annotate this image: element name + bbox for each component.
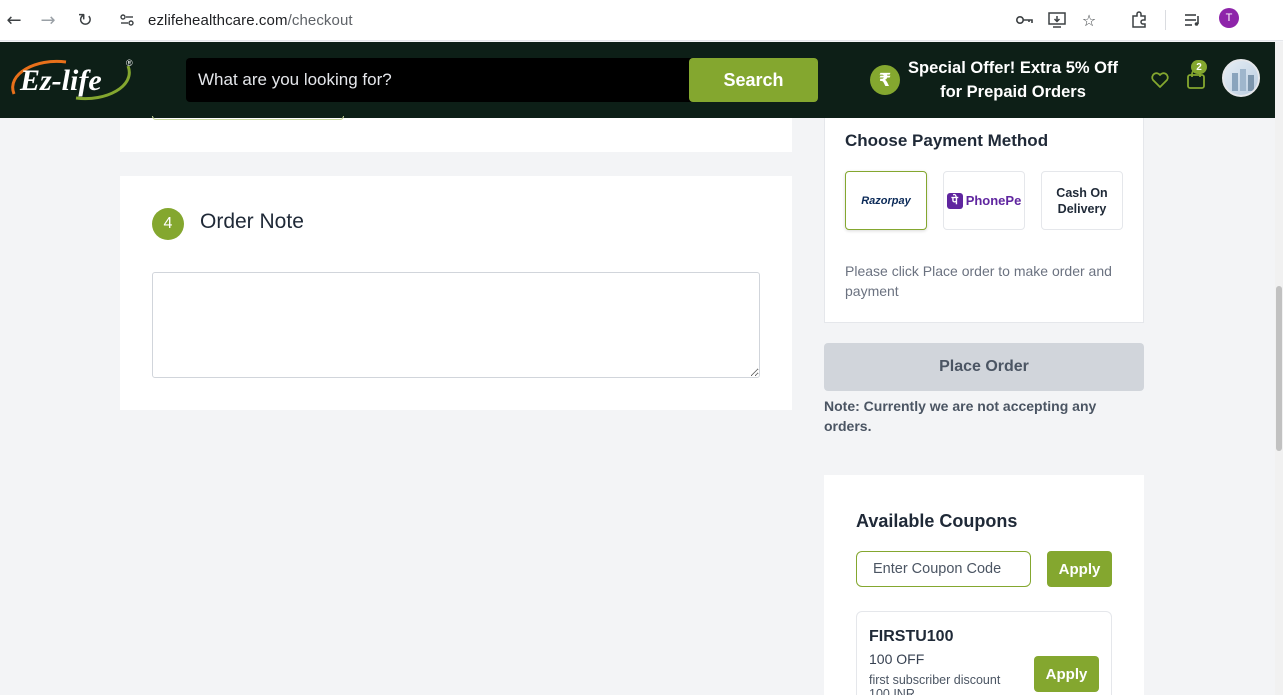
- special-offer-banner: ₹ Special Offer! Extra 5% Off for Prepai…: [870, 56, 1130, 104]
- cart-count-badge: 2: [1191, 60, 1207, 74]
- extensions-icon[interactable]: [1127, 8, 1151, 32]
- scrollbar-thumb[interactable]: [1276, 286, 1282, 451]
- search-bar: Search: [186, 58, 818, 102]
- offer-text: Special Offer! Extra 5% Off for Prepaid …: [908, 56, 1118, 104]
- offer-line-1: Special Offer! Extra 5% Off: [908, 59, 1118, 77]
- page-scrollbar[interactable]: [1275, 42, 1283, 695]
- url-text: ezlifehealthcare.com/checkout: [148, 11, 353, 29]
- coupon-item: FIRSTU100 100 OFF first subscriber disco…: [856, 611, 1112, 695]
- reload-icon[interactable]: ↻: [73, 8, 97, 32]
- payment-option-cod[interactable]: Cash On Delivery: [1041, 171, 1123, 230]
- search-input[interactable]: [186, 58, 689, 102]
- available-coupons-title: Available Coupons: [856, 511, 1018, 531]
- wishlist-heart-icon[interactable]: [1150, 70, 1170, 90]
- install-app-icon[interactable]: [1045, 8, 1069, 32]
- cod-label-line-2: Delivery: [1057, 201, 1107, 216]
- step-number-badge: 4: [152, 208, 184, 240]
- profile-avatar[interactable]: T: [1219, 8, 1239, 28]
- back-icon[interactable]: ←: [2, 8, 26, 32]
- payment-option-phonepe[interactable]: पे PhonePe: [943, 171, 1025, 230]
- payment-method-card: Choose Payment Method Razorpay पे PhoneP…: [824, 118, 1144, 323]
- place-order-button[interactable]: Place Order: [824, 343, 1144, 391]
- cod-label-line-1: Cash On: [1056, 185, 1108, 200]
- coupon-apply-button[interactable]: Apply: [1034, 656, 1099, 692]
- razorpay-logo: Razorpay: [861, 194, 911, 207]
- phonepe-label: PhonePe: [965, 193, 1022, 208]
- forward-icon[interactable]: →: [36, 8, 60, 32]
- ezlife-logo[interactable]: Ez-life ®: [6, 54, 136, 106]
- media-controls-icon[interactable]: [1181, 8, 1205, 32]
- toolbar-separator: [1165, 10, 1166, 30]
- coupon-code: FIRSTU100: [869, 628, 954, 645]
- order-note-card: 4 Order Note: [120, 176, 792, 410]
- phonepe-icon: पे: [946, 192, 963, 209]
- apply-coupon-button[interactable]: Apply: [1047, 551, 1112, 587]
- address-bar[interactable]: ezlifehealthcare.com/checkout: [108, 4, 998, 36]
- site-info-icon[interactable]: [116, 9, 138, 31]
- previous-section-card: [120, 116, 792, 152]
- order-note-title: Order Note: [200, 210, 304, 233]
- coupon-code-input[interactable]: [856, 551, 1031, 587]
- browser-toolbar: ← → ↻ ezlifehealthcare.com/checkout ☆ T: [0, 0, 1283, 41]
- payment-method-title: Choose Payment Method: [845, 131, 1049, 150]
- user-avatar[interactable]: [1222, 59, 1260, 97]
- payment-info-text: Please click Place order to make order a…: [845, 263, 1112, 299]
- svg-text:®: ®: [126, 58, 133, 68]
- password-key-icon[interactable]: [1013, 8, 1037, 32]
- payment-option-razorpay[interactable]: Razorpay: [845, 171, 927, 230]
- logo-text: Ez-life: [19, 64, 102, 97]
- rupee-icon: ₹: [870, 65, 900, 95]
- previous-section-button-edge[interactable]: [152, 116, 344, 120]
- order-note-textarea[interactable]: [152, 272, 760, 378]
- available-coupons-card: Available Coupons Apply FIRSTU100 100 OF…: [824, 475, 1144, 695]
- search-button[interactable]: Search: [689, 58, 818, 102]
- not-accepting-orders-note: Note: Currently we are not accepting any…: [824, 398, 1097, 434]
- bookmark-star-icon[interactable]: ☆: [1077, 8, 1101, 32]
- coupon-discount: 100 OFF: [869, 651, 925, 667]
- coupon-description: first subscriber discount 100 INR: [869, 673, 1001, 695]
- site-header: Ez-life ® Search ₹ Special Offer! Extra …: [0, 42, 1275, 118]
- offer-line-2: for Prepaid Orders: [940, 83, 1086, 101]
